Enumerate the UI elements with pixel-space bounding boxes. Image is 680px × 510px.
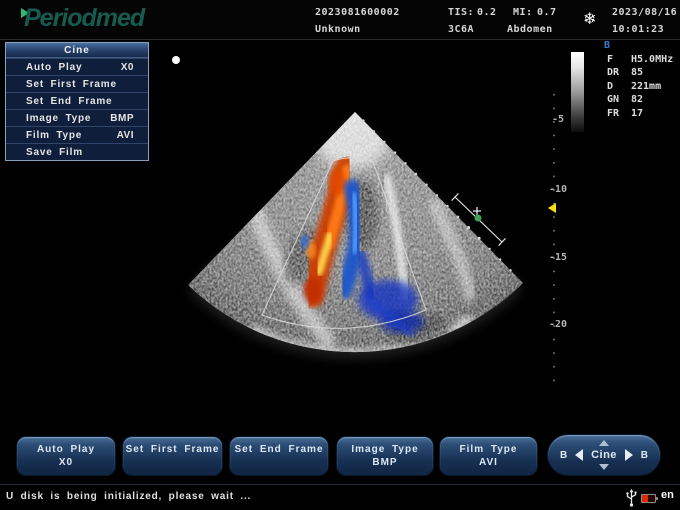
probe-model: 3C6A — [448, 24, 474, 35]
cine-right-b-label[interactable]: B — [641, 450, 648, 461]
usb-icon — [625, 489, 638, 507]
freeze-icon: ❄ — [583, 9, 596, 29]
depth-label-20: -20 — [546, 319, 570, 330]
image-parameters: FH5.0MHz DR85 D221mm GN82 FR17 — [607, 53, 673, 120]
cine-prev-icon[interactable] — [575, 449, 583, 461]
menu-item-film-type[interactable]: Film Type AVI — [6, 126, 148, 143]
auto-play-button[interactable]: Auto Play X0 — [16, 436, 116, 476]
depth-label-10: -10 — [546, 184, 570, 195]
menu-item-auto-play[interactable]: Auto Play X0 — [6, 58, 148, 75]
depth-label-5: -5 — [546, 114, 570, 125]
image-type-button[interactable]: Image Type BMP — [336, 436, 434, 476]
exam-preset: Abdomen — [507, 24, 553, 35]
grayscale-bar — [571, 52, 584, 132]
context-menu-title: Cine — [6, 43, 148, 58]
periodmed-logo: Periodmed — [24, 4, 144, 33]
film-type-button[interactable]: Film Type AVI — [439, 436, 538, 476]
set-end-frame-button[interactable]: Set End Frame — [229, 436, 329, 476]
patient-name: Unknown — [315, 24, 361, 35]
ultrasound-app: Periodmed 2023081600002 Unknown TIS: 0.2… — [0, 0, 680, 510]
bottom-toolbar: Auto Play X0 Set First Frame Set End Fra… — [0, 430, 680, 483]
status-bar: U disk is being initialized, please wait… — [0, 484, 680, 510]
menu-item-set-end-frame[interactable]: Set End Frame — [6, 92, 148, 109]
status-message: U disk is being initialized, please wait… — [6, 491, 251, 502]
set-first-frame-button[interactable]: Set First Frame — [122, 436, 223, 476]
mode-indicator: B — [604, 40, 610, 51]
system-date: 2023/08/16 — [612, 7, 677, 18]
tis-value: 0.2 — [477, 7, 497, 18]
cine-label: Cine — [591, 449, 617, 461]
tis-label: TIS: — [448, 7, 474, 18]
cine-nav-control[interactable]: B Cine B — [547, 434, 661, 476]
frame-marker-dot — [172, 56, 180, 64]
language-indicator: en — [661, 489, 674, 501]
menu-item-set-first-frame[interactable]: Set First Frame — [6, 75, 148, 92]
focus-marker-icon[interactable] — [548, 203, 556, 213]
exam-id: 2023081600002 — [315, 7, 400, 18]
system-time: 10:01:23 — [612, 24, 664, 35]
battery-icon — [641, 494, 656, 503]
mi-label: MI: — [513, 7, 533, 18]
caliper-point — [475, 215, 482, 222]
top-bar: Periodmed 2023081600002 Unknown TIS: 0.2… — [0, 0, 680, 40]
menu-item-image-type[interactable]: Image Type BMP — [6, 109, 148, 126]
cine-next-icon[interactable] — [625, 449, 633, 461]
mi-value: 0.7 — [537, 7, 557, 18]
depth-label-15: -15 — [546, 252, 570, 263]
cine-left-b-label[interactable]: B — [560, 450, 567, 461]
caliper-cursor-icon — [473, 207, 481, 215]
menu-item-save-film[interactable]: Save Film — [6, 143, 148, 160]
cine-context-menu: Cine Auto Play X0 Set First Frame Set En… — [5, 42, 149, 161]
